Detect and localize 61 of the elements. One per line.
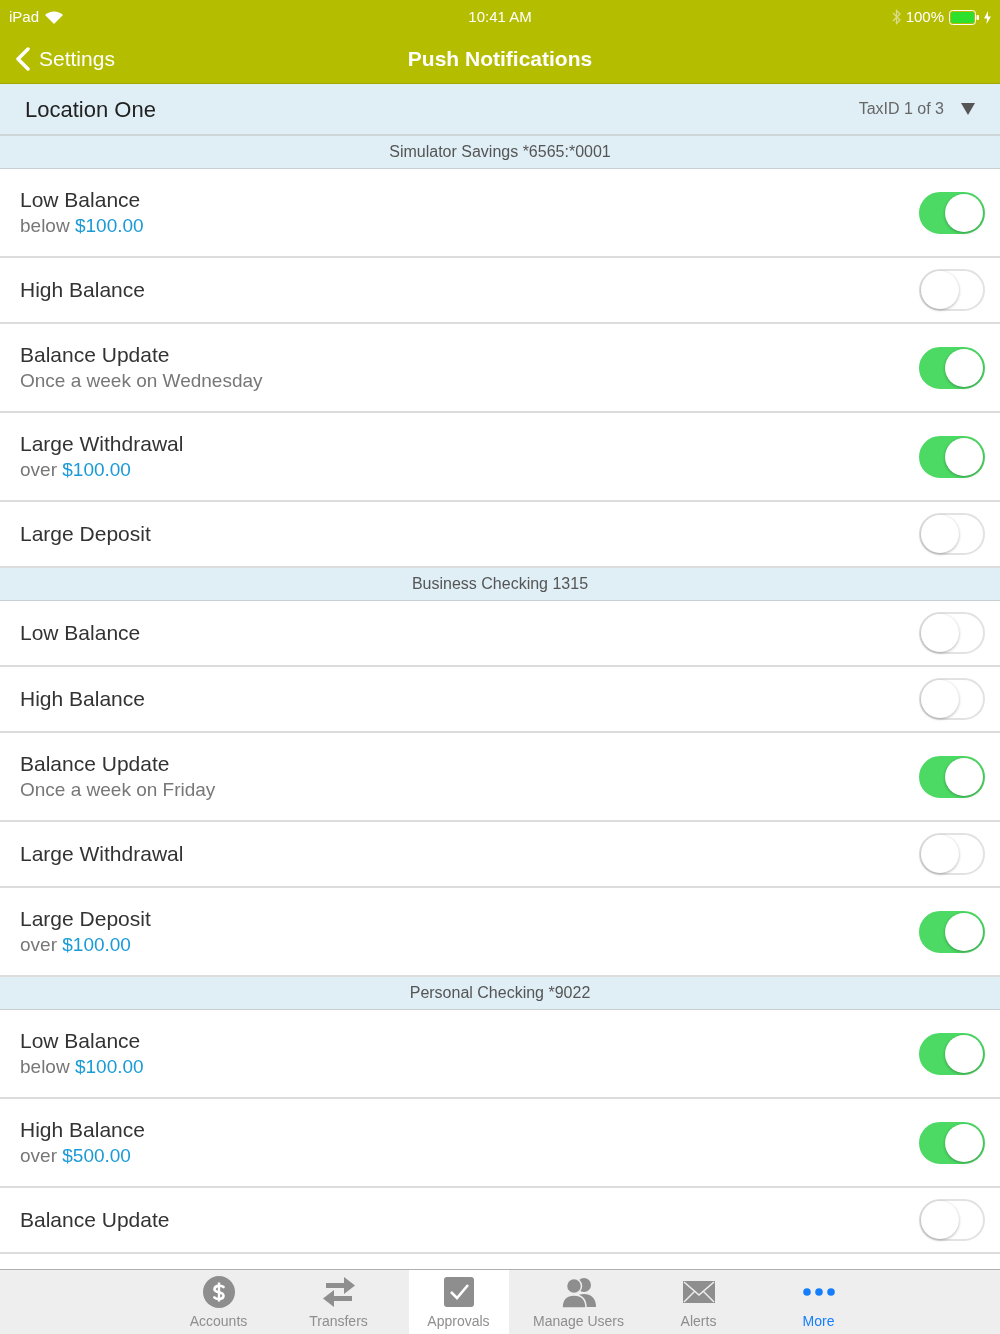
- toggle-switch[interactable]: [919, 435, 985, 478]
- amount-link[interactable]: $500.00: [62, 1144, 131, 1166]
- toggle-switch[interactable]: [919, 612, 985, 654]
- tab-item[interactable]: Approvals: [408, 1270, 509, 1334]
- battery-icon: [949, 9, 979, 25]
- toggle-switch[interactable]: [919, 910, 985, 953]
- more-dots-icon: [802, 1288, 835, 1296]
- toggle-switch[interactable]: [919, 678, 985, 720]
- toggle-switch[interactable]: [919, 513, 985, 555]
- swap-arrows-icon: [322, 1276, 355, 1308]
- section-header: Simulator Savings *6565:*0001: [0, 136, 1000, 169]
- dropdown-triangle-icon: [961, 103, 975, 115]
- toggle-switch[interactable]: [919, 1032, 985, 1075]
- amount-link[interactable]: $100.00: [62, 458, 131, 480]
- chevron-left-icon: [16, 46, 30, 71]
- alert-detail: below $100.00: [20, 1054, 144, 1079]
- amount-link[interactable]: $100.00: [74, 1055, 144, 1077]
- alert-title: Large Withdrawal: [20, 430, 184, 457]
- alert-title: Balance Update: [20, 1207, 170, 1233]
- alert-detail: Once a week on Friday: [20, 777, 216, 802]
- checkbox-icon: [442, 1276, 475, 1308]
- charging-bolt-icon: [984, 10, 991, 24]
- alert-title: Balance Update: [20, 341, 171, 368]
- toggle-switch[interactable]: [919, 269, 985, 311]
- alert-title: Large Deposit: [20, 521, 151, 547]
- alert-title: Low Balance: [20, 1027, 142, 1054]
- device-name: iPad: [9, 6, 40, 27]
- battery-percentage: 100%: [905, 6, 944, 27]
- alert-detail: over $500.00: [20, 1143, 132, 1168]
- toggle-switch[interactable]: [919, 833, 985, 875]
- clock-time: 10:41 AM: [468, 6, 532, 27]
- back-button[interactable]: Settings: [0, 42, 119, 75]
- wifi-icon: [45, 10, 64, 24]
- page-title: Push Notifications: [407, 45, 593, 72]
- alert-title: Large Deposit: [20, 905, 151, 932]
- toggle-switch[interactable]: [919, 346, 985, 389]
- bluetooth-icon: [891, 9, 901, 25]
- alert-detail: Once a week on Wednesday: [20, 368, 263, 393]
- alert-title: High Balance: [20, 277, 145, 303]
- toggle-switch[interactable]: [919, 1199, 985, 1241]
- alert-title: Balance Update: [20, 750, 171, 777]
- toggle-switch[interactable]: [919, 755, 985, 798]
- two-people-icon: [561, 1276, 596, 1308]
- alert-detail: below $100.00: [20, 213, 144, 238]
- alert-title: Large Withdrawal: [20, 841, 184, 867]
- tax-id-selector[interactable]: TaxID 1 of 3: [858, 97, 975, 121]
- dollar-circle-icon: [202, 1276, 235, 1308]
- toggle-switch[interactable]: [919, 1121, 985, 1164]
- alert-detail: over $100.00: [20, 932, 132, 957]
- section-header: Business Checking 1315: [0, 568, 1000, 601]
- location-name: Location One: [25, 95, 156, 124]
- toggle-switch[interactable]: [919, 191, 985, 234]
- envelope-icon: [682, 1281, 715, 1303]
- section-header: Personal Checking *9022: [0, 977, 1000, 1010]
- alert-title: Low Balance: [20, 186, 142, 213]
- alert-title: Low Balance: [20, 620, 141, 646]
- alert-title: High Balance: [20, 1116, 145, 1143]
- alert-detail: over $100.00: [20, 457, 132, 482]
- amount-link[interactable]: $100.00: [74, 214, 144, 236]
- alert-title: High Balance: [20, 686, 145, 712]
- amount-link[interactable]: $100.00: [62, 933, 131, 955]
